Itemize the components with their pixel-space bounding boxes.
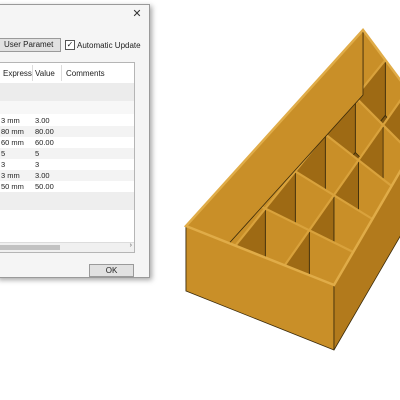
- table-row[interactable]: 3 mm 3.00: [0, 170, 134, 181]
- parameters-table: Express Value Comments 3 mm 3.00 80 mm 80.0…: [0, 62, 135, 253]
- table-header: Express Value Comments: [0, 63, 134, 84]
- expression-cell[interactable]: 3 mm: [1, 170, 20, 181]
- expression-cell[interactable]: 60 mm: [1, 137, 24, 148]
- user-parameter-button[interactable]: User Paramet: [0, 38, 61, 52]
- table-row[interactable]: 3 mm 3.00: [0, 115, 134, 126]
- automatic-update-checkbox[interactable]: ✓: [65, 40, 75, 50]
- value-cell: 3: [35, 160, 40, 169]
- column-header-value[interactable]: Value: [35, 69, 55, 78]
- expression-cell[interactable]: 80 mm: [1, 126, 24, 137]
- automatic-update-label: Automatic Update: [77, 40, 141, 50]
- value-cell: 80.00: [35, 127, 54, 136]
- scrollbar-thumb[interactable]: [0, 245, 60, 250]
- expression-cell[interactable]: 3: [1, 159, 5, 170]
- parameters-dialog: ✕ User Paramet ✓ Automatic Update Expres…: [0, 4, 150, 278]
- expression-cell[interactable]: 50 mm: [1, 181, 24, 192]
- value-cell: 60.00: [35, 138, 54, 147]
- value-cell: 3.00: [35, 171, 50, 180]
- column-divider[interactable]: [61, 65, 62, 81]
- table-row[interactable]: 50 mm 50.00: [0, 181, 134, 192]
- scroll-right-icon[interactable]: ›: [130, 242, 132, 249]
- value-cell: 50.00: [35, 182, 54, 191]
- table-group-row[interactable]: [0, 101, 134, 114]
- ok-button[interactable]: OK: [89, 264, 134, 277]
- column-divider[interactable]: [32, 65, 33, 81]
- table-row[interactable]: 60 mm 60.00: [0, 137, 134, 148]
- table-row[interactable]: 33: [0, 159, 134, 170]
- horizontal-scrollbar[interactable]: ›: [0, 242, 134, 252]
- value-cell: 5: [35, 149, 40, 158]
- column-header-expression[interactable]: Express: [3, 69, 32, 78]
- expression-cell[interactable]: 3 mm: [1, 115, 20, 126]
- expression-cell[interactable]: 5: [1, 148, 5, 159]
- column-header-comments[interactable]: Comments: [66, 69, 105, 78]
- close-icon[interactable]: ✕: [131, 8, 143, 20]
- value-cell: 3.00: [35, 116, 50, 125]
- table-row[interactable]: 55: [0, 148, 134, 159]
- table-group-row[interactable]: [0, 83, 134, 101]
- table-group-row[interactable]: [0, 192, 134, 210]
- automatic-update-toggle[interactable]: ✓ Automatic Update: [65, 39, 141, 51]
- table-row[interactable]: 80 mm 80.00: [0, 126, 134, 137]
